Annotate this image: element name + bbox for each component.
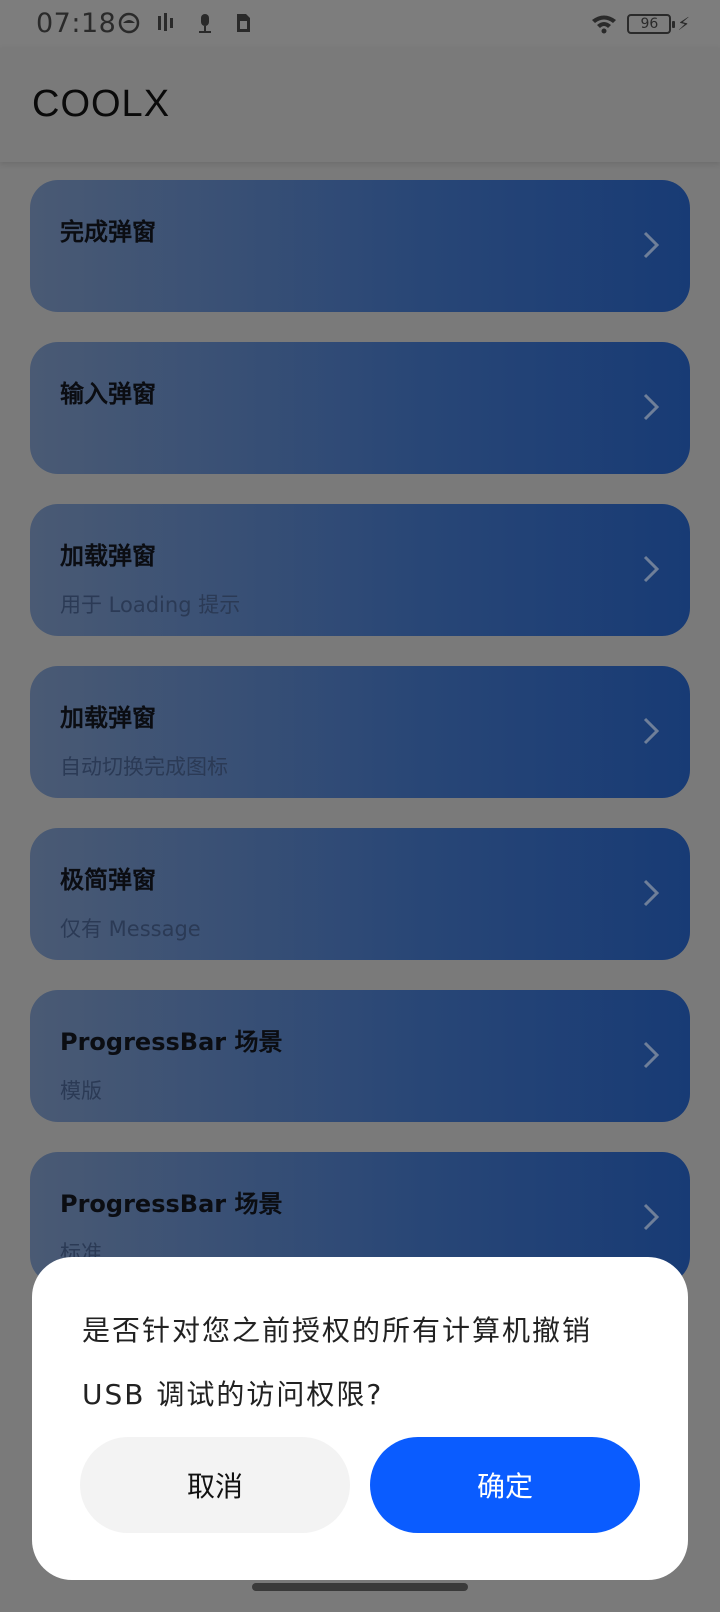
chevron-right-icon bbox=[643, 231, 660, 259]
list-item-title: 完成弹窗 bbox=[60, 218, 156, 246]
list-item[interactable]: 输入弹窗 bbox=[30, 342, 690, 474]
list-item[interactable]: 加载弹窗 自动切换完成图标 bbox=[30, 666, 690, 798]
list-item[interactable]: 完成弹窗 bbox=[30, 180, 690, 312]
charging-bolt-icon: ⚡ bbox=[677, 13, 690, 35]
chevron-right-icon bbox=[643, 393, 660, 421]
home-indicator[interactable] bbox=[252, 1583, 468, 1591]
page-title: COOLX bbox=[32, 83, 171, 125]
status-bar: 07:18 96 ⚡ bbox=[0, 0, 720, 48]
list-item-subtitle: 自动切换完成图标 bbox=[60, 755, 228, 779]
list-item-subtitle: 模版 bbox=[60, 1079, 102, 1103]
status-time: 07:18 bbox=[36, 8, 117, 39]
list-item[interactable]: ProgressBar 场景 模版 bbox=[30, 990, 690, 1122]
list-item-subtitle: 仅有 Message bbox=[60, 917, 201, 941]
battery-level: 96 bbox=[640, 16, 659, 32]
dialog-message: 是否针对您之前授权的所有计算机撤销USB 调试的访问权限? bbox=[82, 1314, 593, 1411]
chevron-right-icon bbox=[643, 1041, 660, 1069]
list-item-title: ProgressBar 场景 bbox=[60, 1028, 283, 1056]
app-bar: COOLX bbox=[0, 48, 720, 162]
confirm-dialog: 是否针对您之前授权的所有计算机撤销USB 调试的访问权限? 取消 确定 bbox=[32, 1257, 688, 1580]
confirm-button[interactable]: 确定 bbox=[370, 1437, 640, 1533]
app-circle-icon bbox=[118, 12, 140, 34]
list-item[interactable]: 极简弹窗 仅有 Message bbox=[30, 828, 690, 960]
wifi-icon bbox=[592, 15, 617, 34]
status-right-group: 96 ⚡ bbox=[591, 12, 690, 36]
list-item-title: 输入弹窗 bbox=[60, 380, 156, 408]
cancel-button[interactable]: 取消 bbox=[80, 1437, 350, 1533]
dialog-demo-list: 完成弹窗 输入弹窗 加载弹窗 用于 Loading 提示 加载弹窗 自动切换完成… bbox=[30, 180, 690, 1314]
mic-icon bbox=[199, 14, 211, 33]
list-item-title: 加载弹窗 bbox=[60, 542, 156, 570]
sim-card-icon bbox=[237, 14, 250, 32]
list-item[interactable]: 加载弹窗 用于 Loading 提示 bbox=[30, 504, 690, 636]
list-item-title: ProgressBar 场景 bbox=[60, 1190, 283, 1218]
list-item-title: 加载弹窗 bbox=[60, 704, 156, 732]
chevron-right-icon bbox=[643, 555, 660, 583]
chevron-right-icon bbox=[643, 879, 660, 907]
chevron-right-icon bbox=[643, 1203, 660, 1231]
list-item-subtitle: 用于 Loading 提示 bbox=[60, 593, 241, 617]
battery-icon: 96 bbox=[627, 14, 676, 34]
list-item-title: 极简弹窗 bbox=[60, 866, 156, 894]
signal-bars-icon bbox=[158, 13, 173, 31]
chevron-right-icon bbox=[643, 717, 660, 745]
